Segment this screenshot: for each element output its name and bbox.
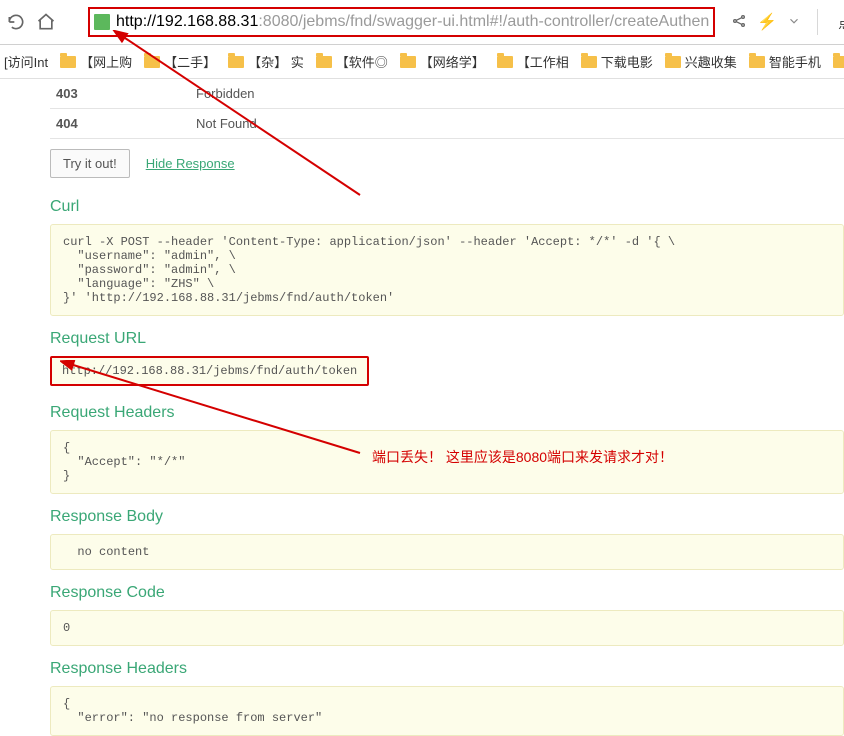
address-bar-wrap: http://192.168.88.31:8080/jebms/fnd/swag… [88,5,721,39]
bookmark-item[interactable]: 兴趣收集 [665,52,737,71]
site-lock-icon [94,14,110,30]
folder-icon [316,56,332,68]
bookmark-item[interactable]: [访问Int [4,52,48,71]
hide-response-link[interactable]: Hide Response [146,156,235,171]
share-button[interactable] [731,13,747,32]
folder-icon [581,56,597,68]
bookmark-item[interactable]: 下载电影 [581,52,653,71]
section-title-curl: Curl [50,198,844,216]
request-headers-block: { "Accept": "*/*" } [50,430,844,494]
bookmark-label: 兴趣收集 [685,52,737,71]
folder-icon [833,56,844,68]
folder-icon [60,56,76,68]
folder-icon [144,56,160,68]
browser-toolbar: http://192.168.88.31:8080/jebms/fnd/swag… [0,0,844,45]
reload-icon [6,12,26,32]
bookmark-label: [访问Int [4,52,48,71]
bookmark-item[interactable]: 娟娟专用 [833,52,844,71]
url-part-host: http://192.168.88.31 [116,13,258,30]
bookmark-label: 智能手机 [769,52,821,71]
bookmarks-bar: [访问Int 【网上购 【二手】 【杂】 实 【软件◎ 【网络学】 【工作相 下… [0,45,844,79]
section-title-response-code: Response Code [50,584,844,602]
status-code: 404 [50,109,190,139]
url-part-rest: /jebms/fnd/swagger-ui.html#!/auth-contro… [298,13,709,30]
speed-icon[interactable]: ⚡ [757,12,777,32]
status-code: 403 [50,79,190,109]
status-label: Not Found [190,109,844,139]
try-it-out-button[interactable]: Try it out! [50,149,130,178]
bookmark-item[interactable]: 【工作相 [497,52,569,71]
home-icon [36,12,56,32]
section-title-response-headers: Response Headers [50,660,844,678]
address-bar[interactable]: http://192.168.88.31:8080/jebms/fnd/swag… [116,13,709,31]
curl-block: curl -X POST --header 'Content-Type: app… [50,224,844,316]
bookmark-label: 【网上购 [80,52,132,71]
status-table: 403 Forbidden 404 Not Found [50,79,844,139]
dropdown-button[interactable] [787,14,801,31]
toolbar-divider-2 [817,9,818,35]
response-code-block: 0 [50,610,844,646]
url-part-port: :8080 [258,13,298,30]
url-highlight-box: http://192.168.88.31:8080/jebms/fnd/swag… [88,7,715,37]
reload-button[interactable] [6,8,26,36]
folder-icon [749,56,765,68]
folder-icon [400,56,416,68]
section-title-request-url: Request URL [50,330,844,348]
request-url-highlight-box: http://192.168.88.31/jebms/fnd/auth/toke… [50,356,369,386]
home-button[interactable] [36,8,56,36]
table-row: 403 Forbidden [50,79,844,109]
response-body-block: no content [50,534,844,570]
bookmark-item[interactable]: 【网络学】 [400,52,485,71]
table-row: 404 Not Found [50,109,844,139]
bookmark-item[interactable]: 【杂】 实 [228,52,304,71]
folder-icon [497,56,513,68]
bookmark-label: 【二手】 [164,52,216,71]
bookmark-label: 【工作相 [517,52,569,71]
swagger-content: 403 Forbidden 404 Not Found Try it out! … [0,79,844,736]
response-headers-block: { "error": "no response from server" [50,686,844,736]
chevron-down-icon [787,14,801,28]
right-label[interactable]: 点 [838,13,844,32]
bookmark-item[interactable]: 【软件◎ [316,52,388,71]
bookmark-label: 【网络学】 [420,52,485,71]
folder-icon [228,56,244,68]
bookmark-item[interactable]: 智能手机 [749,52,821,71]
bookmark-label: 【软件◎ [336,52,388,71]
toolbar-right: ⚡ 点 [731,9,844,35]
section-title-request-headers: Request Headers [50,404,844,422]
share-icon [731,13,747,29]
section-title-response-body: Response Body [50,508,844,526]
bookmark-item[interactable]: 【网上购 [60,52,132,71]
bookmark-label: 下载电影 [601,52,653,71]
action-row: Try it out! Hide Response [50,149,844,178]
bookmark-label: 【杂】 实 [248,52,304,71]
status-label: Forbidden [190,79,844,109]
bookmark-item[interactable]: 【二手】 [144,52,216,71]
folder-icon [665,56,681,68]
